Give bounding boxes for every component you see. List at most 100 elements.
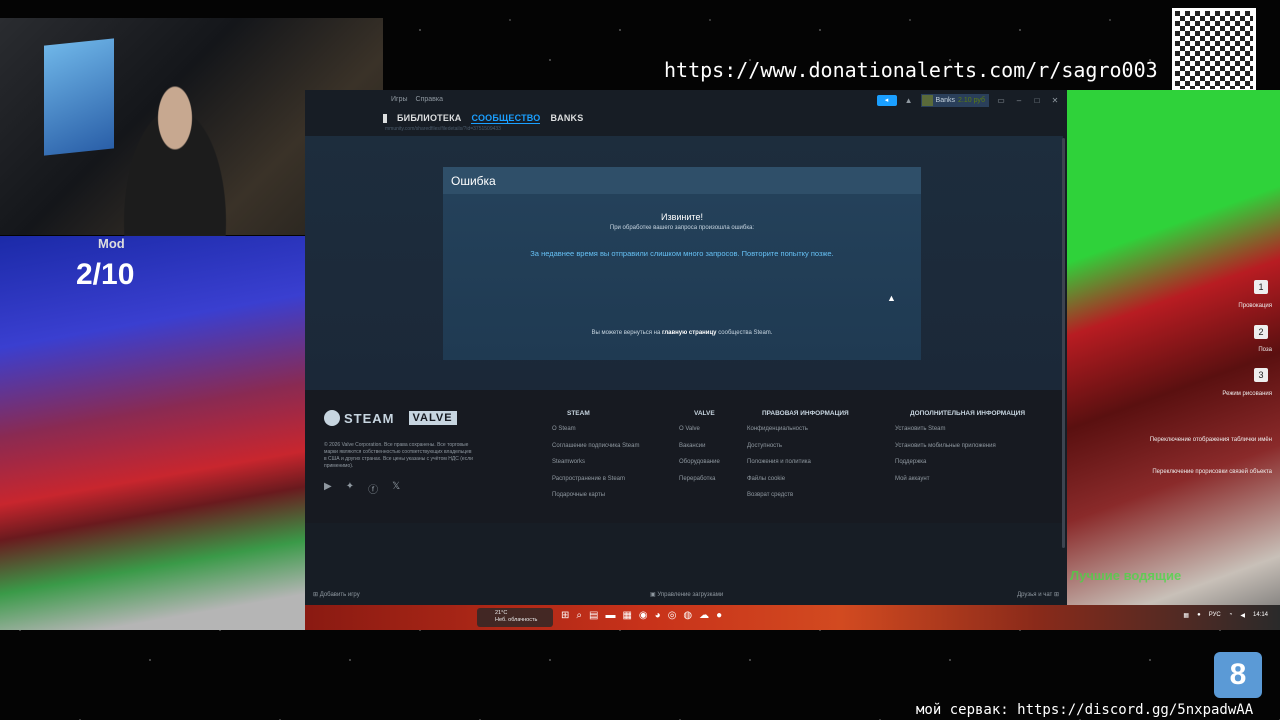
mod-label: Mod bbox=[98, 236, 125, 251]
bluesky-icon[interactable]: ✦ bbox=[346, 481, 354, 496]
footer-col-title: ПРАВОВАЯ ИНФОРМАЦИЯ bbox=[762, 410, 849, 417]
footer-logos: STEAM VALVE bbox=[324, 410, 457, 426]
footer-link[interactable]: Возврат средств bbox=[747, 492, 849, 498]
menu-help[interactable]: Справка bbox=[416, 96, 443, 103]
nav-library[interactable]: БИБЛИОТЕКА bbox=[397, 113, 461, 123]
footer-link[interactable]: Распространение в Steam bbox=[552, 476, 639, 482]
return-prefix: Вы можете вернуться на bbox=[591, 330, 661, 336]
avatar bbox=[921, 95, 933, 106]
footer-link[interactable]: О Valve bbox=[679, 426, 720, 432]
windows-taskbar: 21°C Неб. облачность ⊞ ⌕ ▤ ▬ ▦ ◉ ◕ ◎ ◍ ☁… bbox=[305, 605, 1280, 630]
footer-link[interactable]: Соглашение подписчика Steam bbox=[552, 443, 639, 449]
footer-link[interactable]: Мой аккаунт bbox=[895, 476, 1025, 482]
footer-link[interactable]: Конфиденциальность bbox=[747, 426, 849, 432]
steam-logo-text: STEAM bbox=[344, 410, 395, 426]
store-icon[interactable]: ▦ bbox=[622, 610, 631, 621]
error-subtitle: При обработке вашего запроса произошла о… bbox=[609, 225, 755, 231]
discord-invite: мой сервак: https://discord.gg/5nxpadwAA bbox=[916, 702, 1254, 718]
chrome-icon[interactable]: ◉ bbox=[639, 610, 648, 621]
volume-icon[interactable]: ◀ bbox=[1240, 612, 1245, 619]
footer-link[interactable]: Вакансии bbox=[679, 443, 720, 449]
language-indicator[interactable]: РУС bbox=[1209, 612, 1221, 619]
task-view-icon[interactable]: ▤ bbox=[589, 610, 598, 621]
close-icon[interactable]: ✕ bbox=[1049, 96, 1061, 105]
notification-bell-icon[interactable]: ▲ bbox=[903, 95, 915, 106]
footer-link[interactable]: Установить Steam bbox=[895, 426, 1025, 432]
mic-icon[interactable]: ● bbox=[1197, 612, 1201, 619]
youtube-icon[interactable]: ▶ bbox=[324, 481, 332, 496]
nav-store-fragment[interactable] bbox=[383, 113, 387, 123]
footer-link[interactable]: Подарочные карты bbox=[552, 492, 639, 498]
explorer-icon[interactable]: ▬ bbox=[605, 610, 615, 621]
obs-icon[interactable]: ◎ bbox=[668, 610, 677, 621]
footer-link[interactable]: Steamworks bbox=[552, 459, 639, 465]
hud-draw-label: Режим рисования bbox=[1222, 391, 1272, 397]
nav-community[interactable]: СООБЩЕСТВО bbox=[471, 113, 541, 124]
footer-col-steam: STEAM О Steam Соглашение подписчика Stea… bbox=[552, 410, 639, 509]
game-icon[interactable]: ● bbox=[716, 610, 722, 621]
x-icon[interactable]: 𝕏 bbox=[392, 481, 400, 496]
facebook-icon[interactable]: ⓕ bbox=[368, 481, 378, 496]
footer-link[interactable]: Положения и политика bbox=[747, 459, 849, 465]
clock[interactable]: 14:14 bbox=[1253, 612, 1268, 619]
add-game-label: Добавить игру bbox=[319, 592, 360, 598]
search-icon[interactable]: ⌕ bbox=[576, 610, 582, 621]
wifi-icon[interactable]: ◔ bbox=[1229, 612, 1233, 619]
game-view-right: 1 Провокация 2 Поза 3 Режим рисования Пе… bbox=[1067, 90, 1280, 630]
footer-link[interactable]: О Steam bbox=[552, 426, 639, 432]
return-suffix: сообщества Steam. bbox=[718, 330, 773, 336]
user-name: Banks bbox=[935, 97, 956, 104]
score-counter: 2/10 bbox=[76, 258, 135, 291]
game-view-left: Mod 2/10 bbox=[0, 236, 305, 630]
minimize-icon[interactable]: – bbox=[1013, 96, 1025, 105]
friends-chat-button[interactable]: Друзья и чат ⊞ bbox=[1017, 591, 1059, 598]
url-bar[interactable]: mmunity.com/sharedfiles/filedetails/?id=… bbox=[383, 126, 501, 132]
hud-provocation: 1 bbox=[1254, 280, 1268, 294]
steam-logo-icon bbox=[324, 410, 340, 426]
account-menu[interactable]: Banks 2.10 руб bbox=[920, 94, 989, 107]
broadcast-button[interactable]: ◂ bbox=[876, 95, 897, 106]
taskbar-apps: ⊞ ⌕ ▤ ▬ ▦ ◉ ◕ ◎ ◍ ☁ ● bbox=[561, 610, 722, 621]
weather-desc: Неб. облачность bbox=[495, 617, 538, 623]
add-game-button[interactable]: ⊞ Добавить игру bbox=[313, 591, 360, 598]
leaderboard-overlay: Лучшие водящие bbox=[1070, 568, 1182, 583]
valve-logo[interactable]: VALVE bbox=[408, 411, 457, 425]
steam-logo[interactable]: STEAM bbox=[324, 410, 395, 426]
downloads-button[interactable]: ▣ Управление загрузками bbox=[650, 591, 723, 598]
discord-badge-icon: 8 bbox=[1214, 652, 1262, 698]
footer-col-legal: ПРАВОВАЯ ИНФОРМАЦИЯ Конфиденциальность Д… bbox=[747, 410, 849, 509]
footer-link[interactable]: Оборудование bbox=[679, 459, 720, 465]
error-body: Извините! При обработке вашего запроса п… bbox=[443, 194, 921, 360]
hud-pose: 2 bbox=[1254, 325, 1268, 339]
footer-col-more: ДОПОЛНИТЕЛЬНАЯ ИНФОРМАЦИЯ Установить Ste… bbox=[895, 410, 1025, 492]
footer-link[interactable]: Установить мобильные приложения bbox=[895, 443, 1025, 449]
hud-key-2: 2 bbox=[1254, 325, 1268, 339]
hud-note-2: Переключение прорисовки связей объекта bbox=[1152, 469, 1272, 475]
footer-link[interactable]: Переработка bbox=[679, 476, 720, 482]
maximize-icon[interactable]: □ bbox=[1031, 96, 1043, 105]
menu-games[interactable]: Игры bbox=[391, 96, 408, 103]
hud-key-1: 1 bbox=[1254, 280, 1268, 294]
footer-link[interactable]: Файлы cookie bbox=[747, 476, 849, 482]
nav-profile[interactable]: BANKS bbox=[550, 113, 583, 123]
hud-pose-label: Поза bbox=[1258, 347, 1272, 353]
discord-icon[interactable]: ◕ bbox=[655, 610, 661, 621]
start-icon[interactable]: ⊞ bbox=[561, 610, 569, 621]
footer-col-title: STEAM bbox=[567, 410, 590, 417]
main-nav: БИБЛИОТЕКА СООБЩЕСТВО BANKS bbox=[383, 108, 1067, 128]
app-icon[interactable]: ☁ bbox=[699, 610, 709, 621]
qr-code bbox=[1172, 8, 1256, 92]
friends-label: Друзья и чат bbox=[1017, 592, 1053, 598]
page-content: Ошибка Извините! При обработке вашего за… bbox=[305, 136, 1063, 390]
hud-key-3: 3 bbox=[1254, 368, 1268, 382]
community-home-link[interactable]: главную страницу bbox=[662, 330, 717, 336]
footer-link[interactable]: Поддержка bbox=[895, 459, 1025, 465]
footer-col-title: ДОПОЛНИТЕЛЬНАЯ ИНФОРМАЦИЯ bbox=[910, 410, 1026, 417]
scrollbar[interactable] bbox=[1062, 138, 1065, 548]
weather-widget[interactable]: 21°C Неб. облачность bbox=[477, 608, 553, 627]
footer-link[interactable]: Доступность bbox=[747, 443, 849, 449]
picture-icon[interactable]: ▭ bbox=[995, 96, 1007, 105]
steam-icon[interactable]: ◍ bbox=[683, 610, 692, 621]
tray-icon[interactable]: ▦ bbox=[1183, 612, 1189, 619]
error-message: За недавнее время вы отправили слишком м… bbox=[530, 249, 834, 258]
